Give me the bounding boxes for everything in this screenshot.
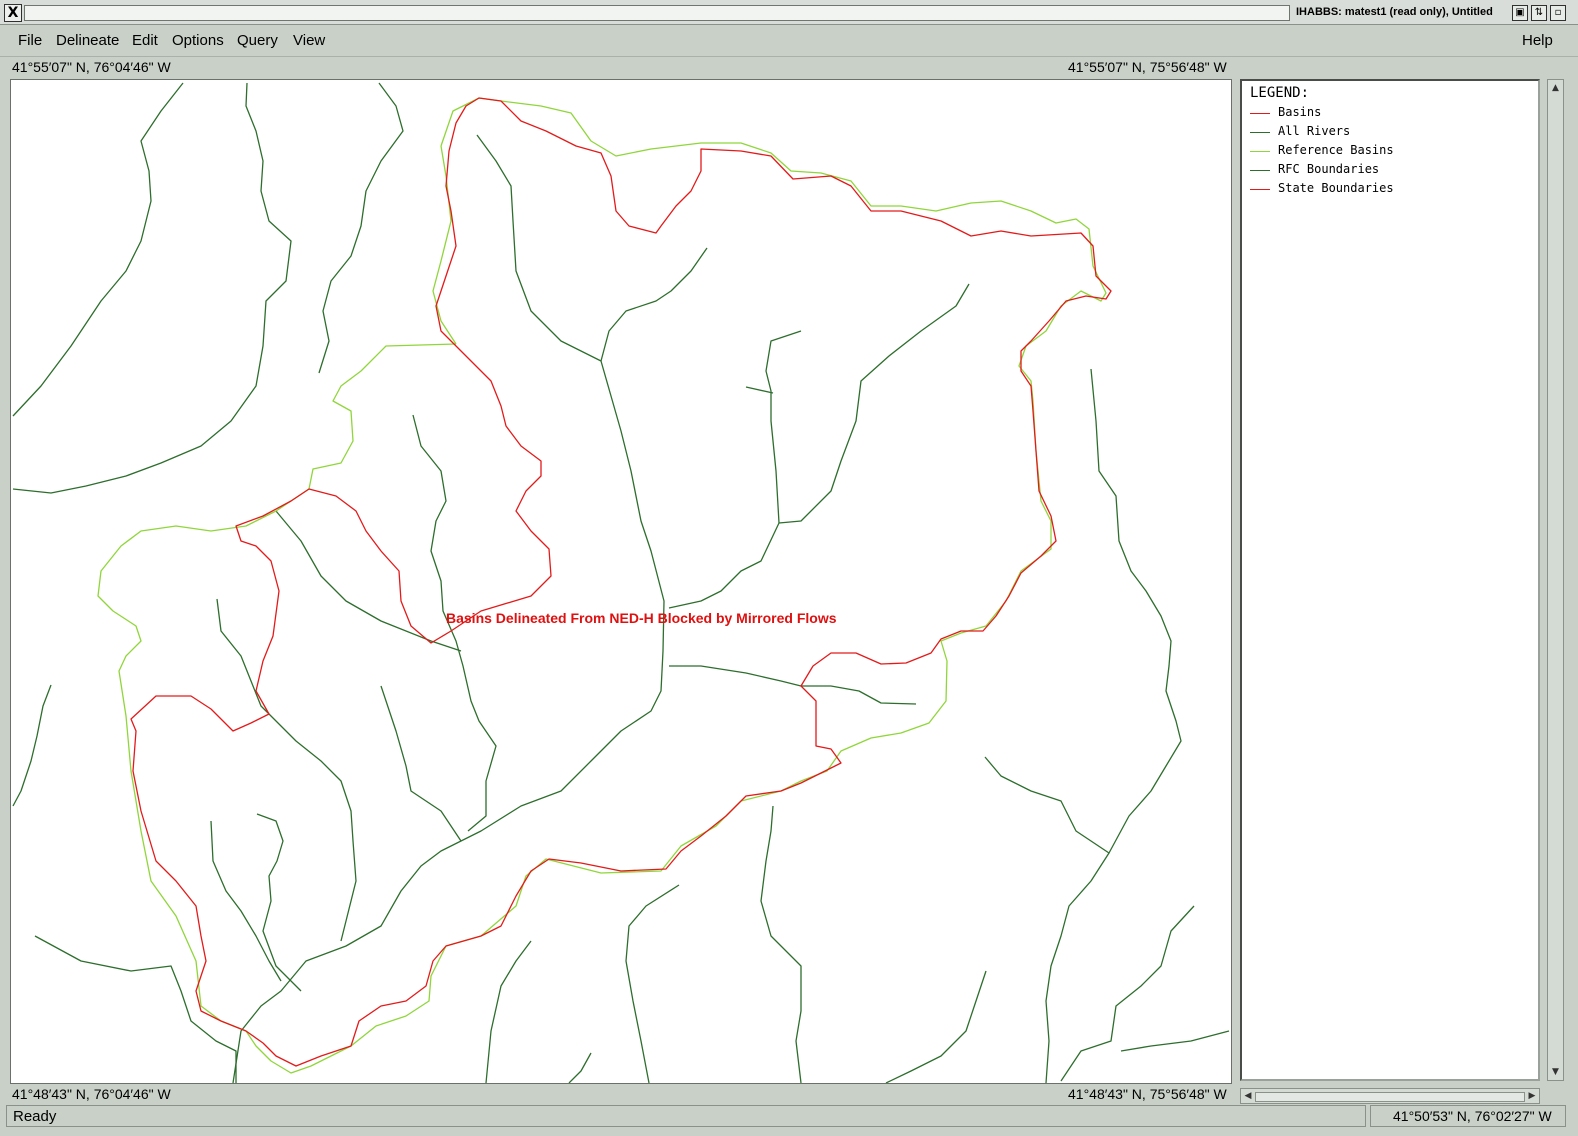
river-line (216, 598, 357, 942)
rivers-layer (12, 82, 1230, 1083)
legend-horizontal-scrollbar[interactable]: ◀ ▶ (1240, 1088, 1540, 1104)
river-line (568, 1052, 592, 1083)
river-line (12, 82, 184, 417)
river-line (765, 330, 802, 524)
river-line (745, 386, 774, 394)
legend-swatch (1250, 170, 1270, 171)
river-line (318, 82, 404, 374)
basins-layer (130, 97, 1112, 1067)
legend-vertical-scrollbar[interactable]: ▲ ▼ (1547, 79, 1564, 1081)
menu-bar: File Delineate Edit Options Query View H… (0, 26, 1578, 57)
river-line (760, 805, 802, 1083)
cursor-coordinate-box: 41°50′53" N, 76°02′27" W (1370, 1105, 1566, 1127)
legend-panel: LEGEND: Basins All Rivers Reference Basi… (1240, 79, 1540, 1081)
legend-label: State Boundaries (1278, 181, 1394, 195)
reference-basin-boundary (97, 97, 1107, 1074)
legend-swatch (1250, 113, 1270, 114)
legend-label: RFC Boundaries (1278, 162, 1380, 176)
river-line (1060, 905, 1195, 1082)
river-line (232, 134, 665, 1083)
menu-help[interactable]: Help (1522, 32, 1553, 49)
legend-item-state-boundaries: State Boundaries (1250, 181, 1530, 199)
river-line (1120, 1030, 1230, 1052)
map-canvas[interactable] (10, 79, 1232, 1084)
menu-edit[interactable]: Edit (132, 32, 158, 49)
reference-basin-boundary (432, 145, 457, 345)
menu-delineate[interactable]: Delineate (56, 32, 119, 49)
legend-swatch (1250, 189, 1270, 190)
scroll-thumb[interactable] (1255, 1092, 1525, 1102)
coord-bottom-left: 41°48′43" N, 76°04′46" W (12, 1086, 171, 1102)
river-line (668, 283, 970, 609)
title-drag-bar[interactable] (24, 5, 1290, 21)
menu-query[interactable]: Query (237, 32, 278, 49)
legend-swatch (1250, 151, 1270, 152)
scroll-up-icon[interactable]: ▲ (1549, 82, 1562, 94)
river-line (275, 510, 462, 652)
map-drawing (12, 82, 1230, 1083)
river-line (12, 82, 292, 494)
legend-label: All Rivers (1278, 124, 1351, 138)
restore-icon[interactable]: ⇅ (1531, 5, 1547, 21)
legend-swatch (1250, 132, 1270, 133)
close-icon[interactable]: X (4, 4, 22, 22)
river-line (485, 940, 532, 1083)
legend-label: Reference Basins (1278, 143, 1394, 157)
coord-bottom-right: 41°48′43" N, 75°56′48" W (1068, 1086, 1227, 1102)
reference-basins-layer (97, 97, 1107, 1074)
river-line (1090, 368, 1182, 854)
map-annotation: Basins Delineated From NED-H Blocked by … (446, 610, 837, 626)
menu-options[interactable]: Options (172, 32, 224, 49)
coord-top-right: 41°55′07" N, 75°56′48" W (1068, 59, 1227, 75)
window-title: IHABBS: matest1 (read only), Untitled (1296, 6, 1493, 18)
legend-item-basins: Basins (1250, 105, 1530, 123)
legend-item-reference-basins: Reference Basins (1250, 143, 1530, 161)
river-line (600, 247, 708, 362)
scroll-right-icon[interactable]: ▶ (1526, 1090, 1538, 1102)
status-bar: Ready (6, 1105, 1366, 1127)
legend-item-all-rivers: All Rivers (1250, 124, 1530, 142)
menu-file[interactable]: File (18, 32, 42, 49)
title-bar: X IHABBS: matest1 (read only), Untitled … (0, 0, 1578, 25)
scroll-down-icon[interactable]: ▼ (1549, 1066, 1562, 1078)
legend-title: LEGEND: (1250, 85, 1310, 101)
river-line (625, 884, 680, 1083)
basin-boundary (130, 97, 1112, 1067)
river-line (669, 665, 917, 705)
maximize-icon[interactable]: ▣ (1512, 5, 1528, 21)
river-line (12, 684, 52, 807)
river-line (256, 813, 302, 992)
legend-label: Basins (1278, 105, 1322, 119)
scroll-left-icon[interactable]: ◀ (1242, 1090, 1254, 1102)
river-line (984, 756, 1110, 1083)
river-line (380, 685, 462, 842)
legend-item-rfc-boundaries: RFC Boundaries (1250, 162, 1530, 180)
river-line (885, 970, 987, 1083)
coord-top-left: 41°55′07" N, 76°04′46" W (12, 59, 171, 75)
minimize-icon[interactable]: ▫ (1550, 5, 1566, 21)
menu-view[interactable]: View (293, 32, 325, 49)
status-text: Ready (13, 1108, 57, 1125)
cursor-coordinate: 41°50′53" N, 76°02′27" W (1393, 1108, 1552, 1124)
